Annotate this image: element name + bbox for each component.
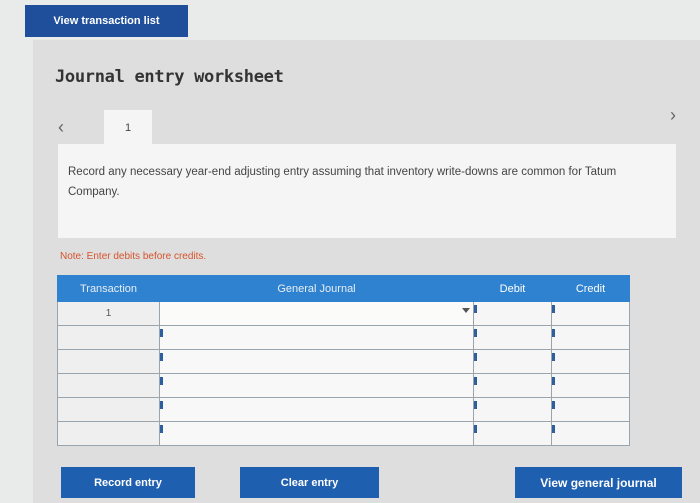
- cell-marker-icon: [160, 329, 163, 337]
- tab-1[interactable]: 1: [104, 110, 152, 146]
- debit-input[interactable]: [473, 373, 552, 398]
- view-transaction-list-button[interactable]: View transaction list: [25, 5, 188, 37]
- table-row: 1: [57, 301, 630, 326]
- clear-entry-button[interactable]: Clear entry: [240, 467, 379, 498]
- transaction-cell: [57, 397, 160, 422]
- cell-marker-icon: [160, 425, 163, 433]
- credit-input[interactable]: [551, 397, 630, 422]
- chevron-right-icon[interactable]: ›: [670, 105, 676, 126]
- instruction-box: Record any necessary year-end adjusting …: [58, 144, 676, 238]
- cell-marker-icon: [552, 425, 555, 433]
- credit-input[interactable]: [551, 301, 630, 326]
- general-journal-input[interactable]: [159, 397, 474, 422]
- cell-marker-icon: [474, 353, 477, 361]
- cell-marker-icon: [160, 377, 163, 385]
- table-header-row: Transaction General Journal Debit Credit: [57, 275, 630, 302]
- general-journal-input[interactable]: [159, 349, 474, 374]
- general-journal-input[interactable]: [159, 325, 474, 350]
- transaction-cell: [57, 349, 160, 374]
- debit-input[interactable]: [473, 397, 552, 422]
- cell-marker-icon: [552, 329, 555, 337]
- table-row: [57, 421, 630, 446]
- dropdown-arrow-icon[interactable]: [462, 308, 470, 313]
- note-text: Note: Enter debits before credits.: [60, 251, 207, 262]
- transaction-cell: [57, 373, 160, 398]
- header-general-journal: General Journal: [159, 275, 474, 302]
- cell-marker-icon: [474, 425, 477, 433]
- cell-marker-icon: [474, 305, 477, 313]
- view-general-journal-button[interactable]: View general journal: [515, 467, 682, 498]
- cell-marker-icon: [474, 329, 477, 337]
- worksheet-title: Journal entry worksheet: [55, 67, 284, 87]
- chevron-left-icon[interactable]: ‹: [58, 117, 64, 138]
- table-row: [57, 397, 630, 422]
- table-row: [57, 373, 630, 398]
- header-debit: Debit: [473, 275, 552, 302]
- credit-input[interactable]: [551, 325, 630, 350]
- tab-label: 1: [124, 122, 132, 134]
- credit-input[interactable]: [551, 373, 630, 398]
- general-journal-select[interactable]: [159, 301, 474, 326]
- header-credit: Credit: [551, 275, 630, 302]
- journal-table: Transaction General Journal Debit Credit…: [57, 275, 630, 446]
- cell-marker-icon: [552, 305, 555, 313]
- transaction-cell: 1: [57, 301, 160, 326]
- table-row: [57, 325, 630, 350]
- cell-marker-icon: [474, 377, 477, 385]
- table-row: [57, 349, 630, 374]
- transaction-cell: [57, 325, 160, 350]
- cell-marker-icon: [552, 401, 555, 409]
- instruction-text: Record any necessary year-end adjusting …: [68, 166, 617, 198]
- cell-marker-icon: [552, 353, 555, 361]
- cell-marker-icon: [160, 353, 163, 361]
- header-transaction: Transaction: [57, 275, 160, 302]
- general-journal-input[interactable]: [159, 373, 474, 398]
- cell-marker-icon: [160, 401, 163, 409]
- general-journal-input[interactable]: [159, 421, 474, 446]
- credit-input[interactable]: [551, 421, 630, 446]
- record-entry-button[interactable]: Record entry: [61, 467, 195, 498]
- debit-input[interactable]: [473, 325, 552, 350]
- debit-input[interactable]: [473, 421, 552, 446]
- debit-input[interactable]: [473, 301, 552, 326]
- transaction-cell: [57, 421, 160, 446]
- debit-input[interactable]: [473, 349, 552, 374]
- cell-marker-icon: [474, 401, 477, 409]
- cell-marker-icon: [552, 377, 555, 385]
- credit-input[interactable]: [551, 349, 630, 374]
